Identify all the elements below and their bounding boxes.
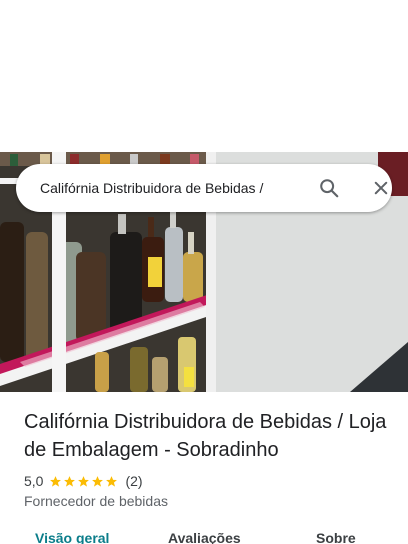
place-tabs: Visão geral Avaliações Sobre — [0, 530, 408, 544]
place-category: Fornecedor de bebidas — [24, 493, 168, 509]
star-icon — [106, 475, 118, 487]
place-title: Califórnia Distribuidora de Bebidas / Lo… — [24, 411, 387, 461]
search-icon — [320, 179, 339, 198]
tab-about[interactable]: Sobre — [316, 530, 356, 544]
rating-row: 5,0 (2) — [24, 472, 143, 490]
tab-reviews[interactable]: Avaliações — [168, 530, 241, 544]
close-button[interactable] — [368, 176, 394, 200]
search-bar[interactable]: Califórnia Distribuidora de Bebidas / — [16, 164, 392, 212]
search-button[interactable] — [316, 176, 342, 200]
search-input[interactable]: Califórnia Distribuidora de Bebidas / — [40, 164, 302, 212]
tab-overview[interactable]: Visão geral — [35, 530, 109, 544]
star-icon — [78, 475, 90, 487]
star-icon — [50, 475, 62, 487]
review-count-link[interactable]: (2) — [125, 473, 142, 489]
close-icon — [374, 181, 388, 195]
star-icon — [64, 475, 76, 487]
map-blank-area — [0, 0, 408, 152]
star-rating — [49, 475, 119, 488]
place-info-panel: Califórnia Distribuidora de Bebidas / Lo… — [0, 392, 408, 544]
rating-value: 5,0 — [24, 473, 44, 489]
star-icon — [92, 475, 104, 487]
